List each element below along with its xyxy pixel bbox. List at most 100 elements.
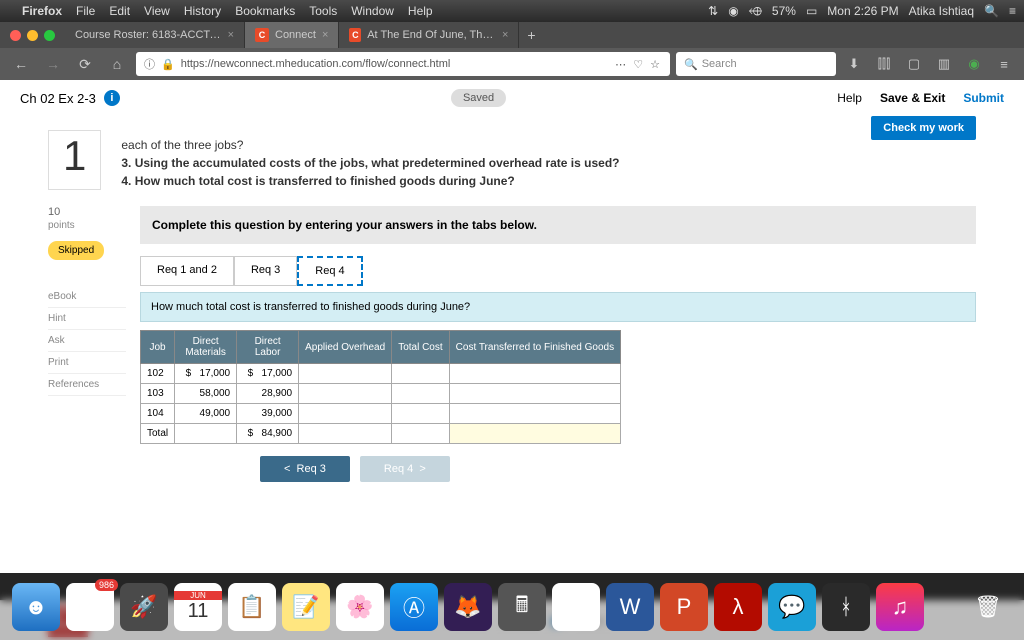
table-row: 102 $ 17,000 $ 17,000 xyxy=(141,364,621,384)
browser-tab-1[interactable]: C Connect× xyxy=(245,22,339,48)
window-minimize[interactable] xyxy=(27,30,38,41)
cost-table: Job Direct Materials Direct Labor Applie… xyxy=(140,330,621,444)
downloads-button[interactable]: ⬇ xyxy=(842,52,866,76)
menu-window[interactable]: Window xyxy=(351,4,394,18)
browser-tab-0[interactable]: Course Roster: 6183-ACCT-23× xyxy=(65,22,245,48)
applied-overhead-input[interactable] xyxy=(299,384,392,404)
menu-help[interactable]: Help xyxy=(408,4,433,18)
table-row: 104 49,000 39,000 xyxy=(141,404,621,424)
calculator-icon[interactable]: 🖩 xyxy=(498,583,546,631)
skipped-badge: Skipped xyxy=(48,241,104,260)
bluetooth-icon[interactable]: ᚼ xyxy=(822,583,870,631)
dock: ☻ ✉986 🚀 JUN11 📋 📝 🌸 Ⓐ 🦊 🖩 ◯ W P λ 💬 ᚼ ♫… xyxy=(0,573,1024,640)
applied-overhead-input[interactable] xyxy=(299,404,392,424)
ebook-link[interactable]: eBook xyxy=(48,286,126,308)
dropbox-icon[interactable]: ⇅ xyxy=(708,4,718,18)
search-field[interactable]: 🔍 Search xyxy=(676,52,836,76)
user-name[interactable]: Atika Ishtiaq xyxy=(909,4,974,18)
trash-icon[interactable]: 🗑 xyxy=(964,583,1012,631)
transferred-input[interactable] xyxy=(449,384,620,404)
info-icon[interactable]: ⓘ xyxy=(144,56,155,72)
prev-req-button[interactable]: < Req 3 xyxy=(260,456,350,482)
powerpoint-icon[interactable]: P xyxy=(660,583,708,631)
back-button[interactable]: ← xyxy=(8,51,34,77)
points-label: points xyxy=(48,220,126,231)
applied-overhead-input[interactable] xyxy=(299,424,392,444)
menu-extra-icon[interactable]: ≡ xyxy=(1009,4,1016,18)
total-cost-input[interactable] xyxy=(392,364,449,384)
notes-icon[interactable]: 📝 xyxy=(282,583,330,631)
window-close[interactable] xyxy=(10,30,21,41)
app-name[interactable]: Firefox xyxy=(22,4,62,18)
total-cost-input[interactable] xyxy=(392,384,449,404)
acrobat-icon[interactable]: λ xyxy=(714,583,762,631)
points-value: 10 xyxy=(48,206,126,218)
address-bar[interactable]: ⓘ 🔒 https://newconnect.mheducation.com/f… xyxy=(136,52,670,76)
info-icon[interactable]: i xyxy=(104,90,120,106)
total-cost-input[interactable] xyxy=(392,424,449,444)
menu-bookmarks[interactable]: Bookmarks xyxy=(235,4,295,18)
help-link[interactable]: Help xyxy=(837,91,862,105)
reload-button[interactable]: ⟳ xyxy=(72,51,98,77)
references-link[interactable]: References xyxy=(48,374,126,396)
next-req-button[interactable]: Req 4 > xyxy=(360,456,450,482)
tab-req-1-2[interactable]: Req 1 and 2 xyxy=(140,256,234,286)
subquestion: How much total cost is transferred to fi… xyxy=(140,292,976,322)
airplay-icon[interactable]: ◉ xyxy=(728,4,738,18)
status-badge: Saved xyxy=(451,89,506,107)
submit-button[interactable]: Submit xyxy=(963,91,1004,105)
tab-req-3[interactable]: Req 3 xyxy=(234,256,297,286)
menu-view[interactable]: View xyxy=(144,4,170,18)
calendar-icon[interactable]: JUN11 xyxy=(174,583,222,631)
extension-button[interactable]: ◉ xyxy=(962,52,986,76)
wifi-icon[interactable]: ⬲ xyxy=(749,4,762,19)
assignment-title: Ch 02 Ex 2-3 xyxy=(20,91,96,106)
itunes-icon[interactable]: ♫ xyxy=(876,583,924,631)
site-icon: C xyxy=(255,28,269,42)
launchpad-icon[interactable]: 🚀 xyxy=(120,583,168,631)
print-link[interactable]: Print xyxy=(48,352,126,374)
check-my-work-button[interactable]: Check my work xyxy=(871,116,976,140)
table-row: 103 58,000 28,900 xyxy=(141,384,621,404)
battery-icon[interactable]: ▭ xyxy=(806,4,817,18)
clock[interactable]: Mon 2:26 PM xyxy=(827,4,898,18)
browser-tab-2[interactable]: C At The End Of June, The Job C× xyxy=(339,22,519,48)
messages-icon[interactable]: 💬 xyxy=(768,583,816,631)
chrome-icon[interactable]: ◯ xyxy=(552,583,600,631)
transferred-input[interactable] xyxy=(449,364,620,384)
close-icon[interactable]: × xyxy=(228,29,234,41)
menu-file[interactable]: File xyxy=(76,4,95,18)
menu-tools[interactable]: Tools xyxy=(309,4,337,18)
save-exit-link[interactable]: Save & Exit xyxy=(880,91,945,105)
hint-link[interactable]: Hint xyxy=(48,308,126,330)
page-actions[interactable]: ⋯ ♡ ☆ xyxy=(615,58,662,71)
appstore-icon[interactable]: Ⓐ xyxy=(390,583,438,631)
close-icon[interactable]: × xyxy=(322,29,328,41)
forward-button: → xyxy=(40,51,66,77)
close-icon[interactable]: × xyxy=(502,29,508,41)
new-tab-button[interactable]: + xyxy=(519,27,543,43)
screenshot-button[interactable]: ▢ xyxy=(902,52,926,76)
hamburger-menu[interactable]: ≡ xyxy=(992,52,1016,76)
word-icon[interactable]: W xyxy=(606,583,654,631)
finder-icon[interactable]: ☻ xyxy=(12,583,60,631)
sidebar-button[interactable]: ▥ xyxy=(932,52,956,76)
site-icon: C xyxy=(349,28,361,42)
reminders-icon[interactable]: 📋 xyxy=(228,583,276,631)
applied-overhead-input[interactable] xyxy=(299,364,392,384)
ask-link[interactable]: Ask xyxy=(48,330,126,352)
tab-req-4[interactable]: Req 4 xyxy=(297,256,362,286)
spotlight-icon[interactable]: 🔍 xyxy=(984,4,999,18)
total-cost-input[interactable] xyxy=(392,404,449,424)
menu-history[interactable]: History xyxy=(184,4,221,18)
search-icon: 🔍 xyxy=(684,58,698,71)
mail-icon[interactable]: ✉986 xyxy=(66,583,114,631)
home-button[interactable]: ⌂ xyxy=(104,51,130,77)
library-button[interactable]: ⫿⫿⫿ xyxy=(872,52,896,76)
transferred-input[interactable] xyxy=(449,404,620,424)
photos-icon[interactable]: 🌸 xyxy=(336,583,384,631)
menu-edit[interactable]: Edit xyxy=(109,4,130,18)
window-zoom[interactable] xyxy=(44,30,55,41)
transferred-total-input[interactable] xyxy=(449,424,620,444)
firefox-icon[interactable]: 🦊 xyxy=(444,583,492,631)
